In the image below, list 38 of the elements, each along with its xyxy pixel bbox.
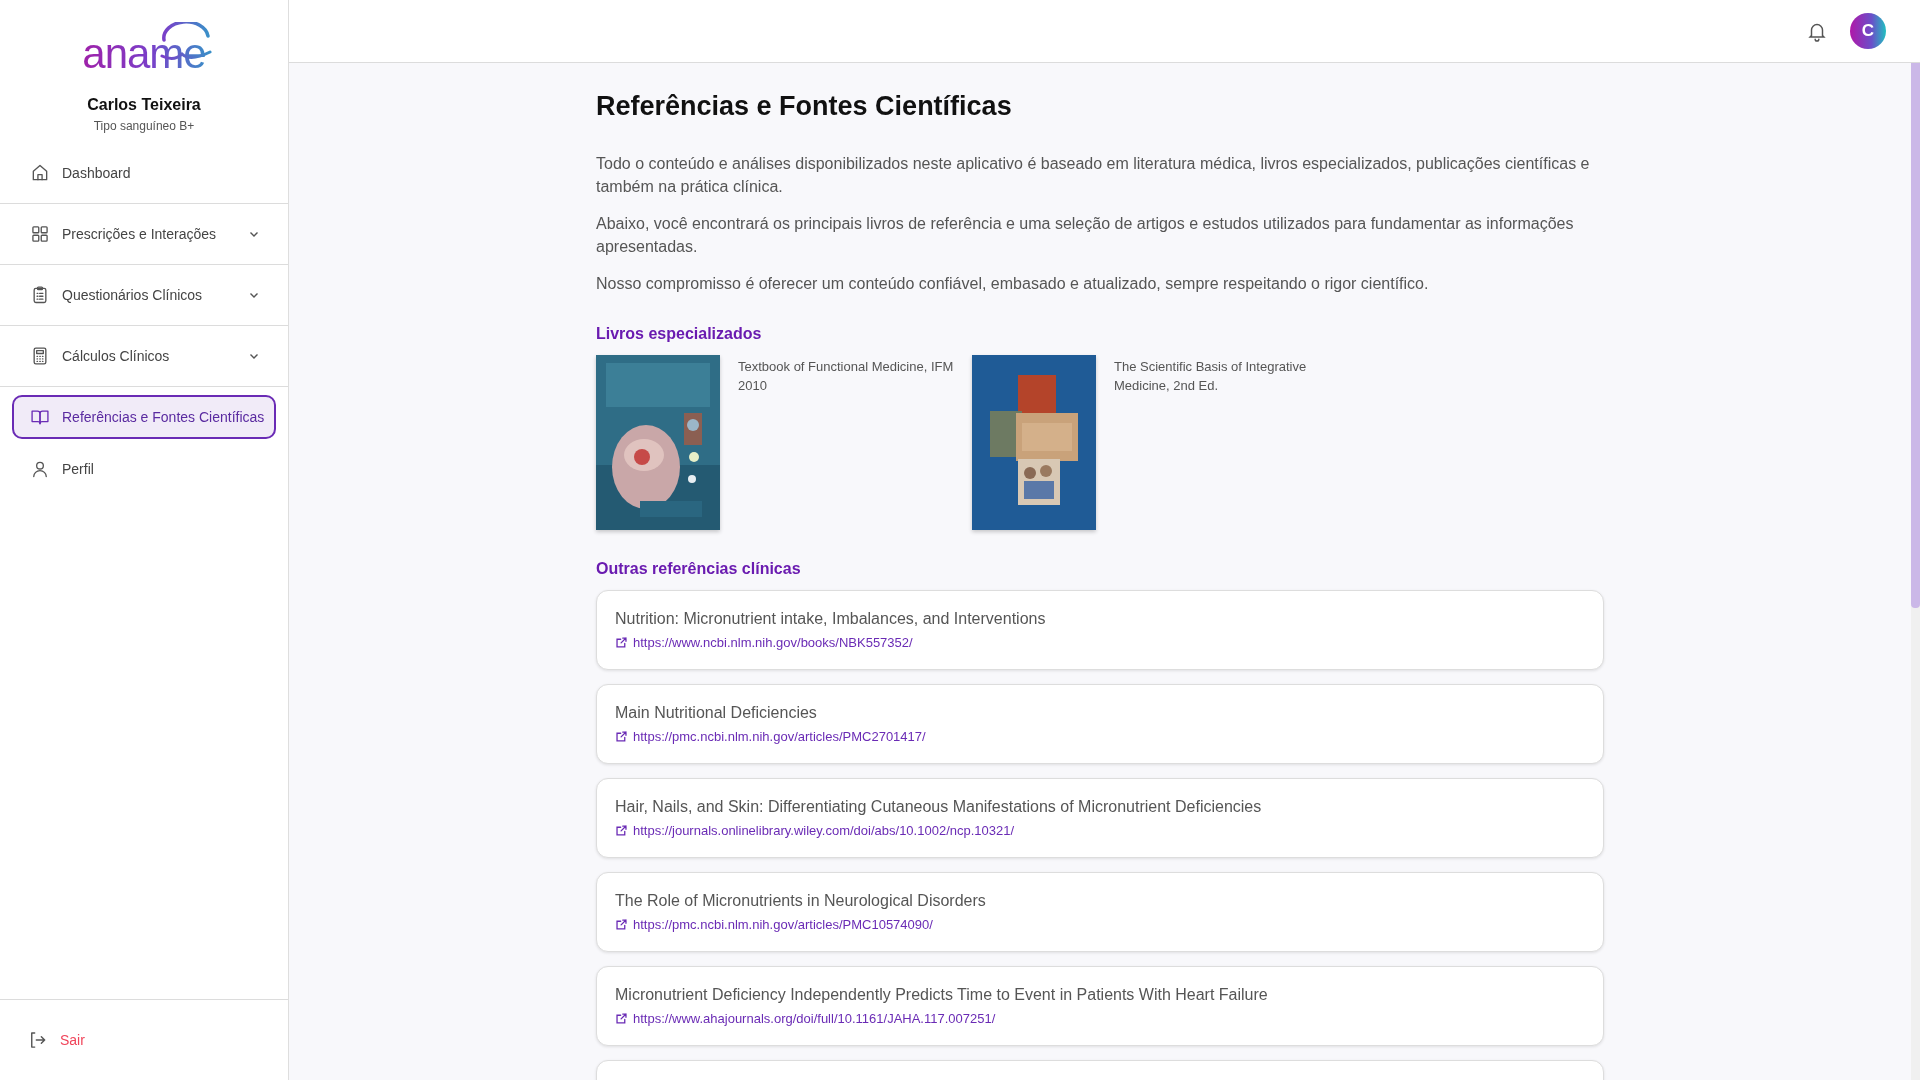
- nav-item[interactable]: Referências e Fontes Científicas: [12, 395, 276, 439]
- external-link-icon: [615, 918, 628, 931]
- intro-paragraph: Todo o conteúdo e análises disponibilizados neste aplicativo é baseado em literatura médica, livros especializados, publicações científicas e também na prática clínica.: [596, 154, 1591, 197]
- reference-link[interactable]: https://www.ncbi.nlm.nih.gov/books/NBK557352/: [633, 635, 913, 650]
- book-title: The Scientific Basis of Integrative Medicine, 2nd Ed.: [1114, 358, 1308, 395]
- reference-link[interactable]: https://journals.onlinelibrary.wiley.com/doi/abs/10.1002/ncp.10321/: [633, 823, 1015, 838]
- external-link-icon: [615, 636, 628, 649]
- logout-button[interactable]: Sair: [28, 1030, 85, 1050]
- page-title: Referências e Fontes Científicas: [596, 91, 1013, 122]
- reference-link[interactable]: https://pmc.ncbi.nlm.nih.gov/articles/PMC2701417/: [633, 729, 926, 744]
- nav-item[interactable]: Dashboard: [12, 151, 276, 195]
- reference-link[interactable]: https://www.ahajournals.org/doi/full/10.1161/JAHA.117.007251/: [633, 1011, 996, 1026]
- nav-item[interactable]: Prescrições e Interações: [12, 212, 276, 256]
- user-avatar[interactable]: C: [1850, 13, 1886, 49]
- nav-item[interactable]: Cálculos Clínicos: [12, 334, 276, 378]
- logout-icon: [28, 1030, 48, 1050]
- user-name: Carlos Teixeira: [87, 96, 201, 114]
- reference-link[interactable]: https://pmc.ncbi.nlm.nih.gov/articles/PMC10574090/: [633, 917, 933, 932]
- reference-title: The Role of Micronutrients in Neurological Disorders: [615, 892, 987, 910]
- blood-type: Tipo sanguíneo B+: [93, 119, 195, 133]
- external-link-icon: [615, 824, 628, 837]
- home-icon: [30, 163, 50, 183]
- external-link-icon: [615, 730, 628, 743]
- intro-paragraph: Nosso compromisso é oferecer um conteúdo confiável, embasado e atualizado, sempre respeitando o rigor científico.: [596, 274, 1430, 294]
- book-title: Textbook of Functional Medicine, IFM 2010: [738, 358, 955, 395]
- reference-title: Micronutrient Deficiency Independently Predicts Time to Event in Patients With Heart Failure: [615, 986, 1269, 1004]
- reference-title: Nutrition: Micronutrient intake, Imbalances, and Interventions: [615, 610, 1047, 628]
- external-link-icon: [615, 1012, 628, 1025]
- nav-item[interactable]: Perfil: [12, 447, 276, 491]
- person-icon: [30, 459, 50, 479]
- intro-paragraph: Abaixo, você encontrará os principais livros de referência e uma seleção de artigos e estudos utilizados para fundamentar as informações apresentadas.: [596, 214, 1575, 257]
- reference-title: Hair, Nails, and Skin: Differentiating Cutaneous Manifestations of Micronutrient Deficiencies: [615, 798, 1263, 816]
- section-heading: Livros especializados: [596, 325, 763, 343]
- reference-title: Main Nutritional Deficiencies: [615, 704, 818, 722]
- section-heading: Outras referências clínicas: [596, 560, 802, 578]
- scrollbar[interactable]: [1911, 63, 1920, 1080]
- nav-item[interactable]: Questionários Clínicos: [12, 273, 276, 317]
- grid-icon: [30, 224, 50, 244]
